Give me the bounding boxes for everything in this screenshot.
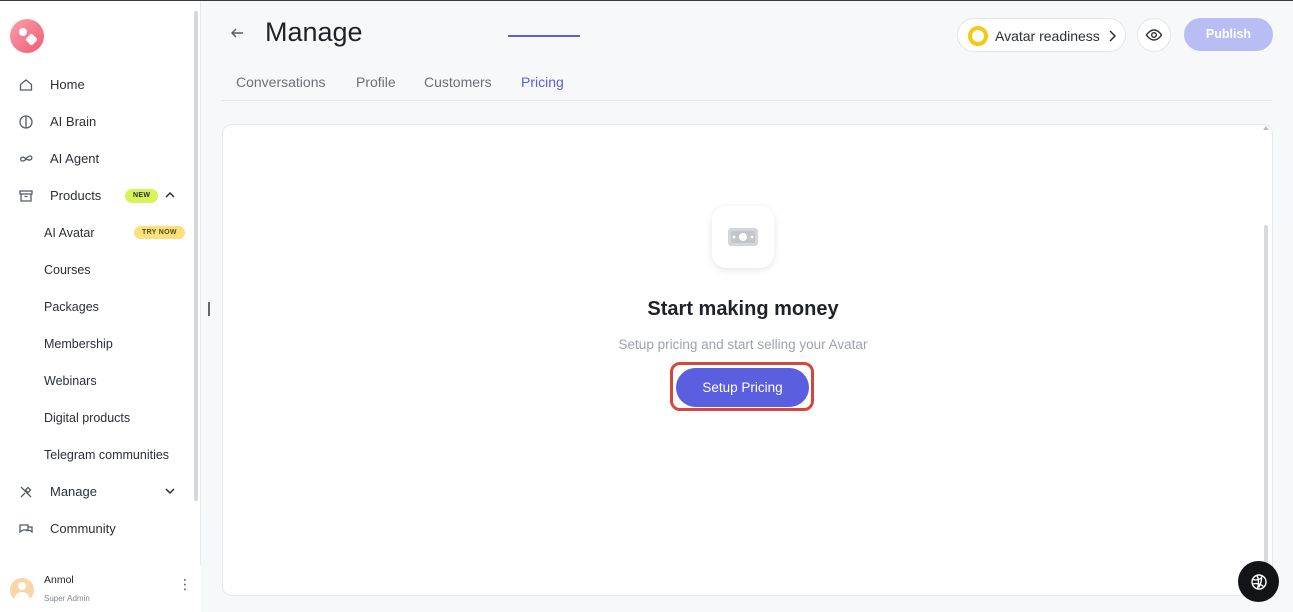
sidebar-item-manage[interactable]: Manage: [0, 473, 193, 510]
sidebar-item-ai-agent[interactable]: AI Agent: [0, 140, 193, 177]
sidebar-subitem-ai-avatar[interactable]: AI Avatar TRY NOW: [0, 214, 193, 251]
brain-icon: [18, 114, 34, 130]
user-role: Super Admin: [44, 594, 90, 603]
sidebar-item-label: AI Agent: [50, 151, 100, 166]
eye-icon: [1145, 26, 1163, 44]
sidebar-resize-handle[interactable]: [208, 302, 210, 316]
infinity-icon: [18, 151, 34, 167]
chevron-down-icon[interactable]: [164, 485, 176, 497]
new-badge: NEW: [125, 189, 159, 203]
chevron-up-icon[interactable]: [164, 189, 176, 201]
page-title: Manage: [265, 17, 363, 47]
support-globe-icon: [1250, 573, 1268, 591]
sidebar-subitem-membership[interactable]: Membership: [0, 325, 193, 362]
tab-profile[interactable]: Profile: [356, 74, 396, 90]
avatar-readiness-button[interactable]: Avatar readiness: [957, 18, 1126, 52]
sidebar-subitem-label: AI Avatar: [44, 225, 95, 240]
sidebar-subitem-courses[interactable]: Courses: [0, 251, 193, 288]
publish-button[interactable]: Publish: [1184, 18, 1273, 51]
sidebar-subitem-label: Webinars: [44, 373, 97, 388]
scrollbar-thumb[interactable]: [194, 11, 198, 501]
user-profile[interactable]: Anmol Super Admin ⋮: [0, 565, 201, 612]
sidebar-item-label: Products: [50, 188, 102, 203]
tab-customers[interactable]: Customers: [424, 74, 492, 90]
money-icon: [712, 206, 774, 268]
tab-bar: Conversations Profile Customers Pricing: [222, 65, 1272, 101]
sidebar-subitem-packages[interactable]: Packages: [0, 288, 193, 325]
avatar: [10, 578, 34, 602]
tab-pricing[interactable]: Pricing: [521, 74, 564, 90]
sidebar-subitem-label: Membership: [44, 336, 113, 351]
pricing-panel: [222, 124, 1273, 596]
home-icon: [18, 77, 34, 93]
sidebar-item-products[interactable]: Products NEW: [0, 177, 193, 214]
preview-button[interactable]: [1137, 18, 1171, 52]
more-options-icon[interactable]: ⋮: [178, 576, 192, 592]
scrollbar-thumb[interactable]: [1264, 225, 1268, 565]
sidebar-item-community[interactable]: Community: [0, 510, 193, 547]
box-icon: [18, 188, 34, 204]
sidebar-subitem-label: Digital products: [44, 410, 131, 425]
sidebar-item-ai-brain[interactable]: AI Brain: [0, 103, 193, 140]
sidebar-item-label: Home: [50, 77, 85, 92]
chat-icon: [18, 521, 34, 537]
back-arrow-icon[interactable]: [229, 25, 245, 41]
sidebar-item-label: AI Brain: [50, 114, 97, 129]
sidebar-item-label: Manage: [50, 484, 97, 499]
sidebar-subitem-label: Courses: [44, 262, 91, 277]
sidebar-item-label: Community: [50, 521, 116, 536]
chevron-right-icon: [1106, 29, 1118, 43]
sidebar-subitem-digital-products[interactable]: Digital products: [0, 399, 193, 436]
scroll-up-icon[interactable]: [1263, 126, 1269, 130]
try-now-badge: TRY NOW: [134, 226, 185, 239]
sidebar-subitem-telegram-communities[interactable]: Telegram communities: [0, 436, 193, 473]
sidebar-subitem-label: Packages: [44, 299, 99, 314]
empty-state-heading: Start making money: [647, 298, 839, 320]
tab-conversations[interactable]: Conversations: [236, 74, 326, 90]
help-fab-button[interactable]: [1238, 561, 1279, 602]
user-name: Anmol: [44, 574, 74, 586]
tools-icon: [18, 484, 34, 500]
readiness-label: Avatar readiness: [995, 28, 1100, 44]
readiness-progress-icon: [968, 26, 988, 46]
active-tab-indicator: [508, 35, 580, 37]
app-logo[interactable]: [10, 19, 44, 53]
sidebar-subitem-webinars[interactable]: Webinars: [0, 362, 193, 399]
sidebar-subitem-label: Telegram communities: [44, 447, 170, 462]
sidebar-scrollbar[interactable]: [193, 11, 199, 566]
setup-pricing-button[interactable]: Setup Pricing: [676, 368, 809, 407]
sidebar-nav: Home AI Brain AI Agent Products NEW AI A…: [0, 66, 193, 547]
sidebar-item-home[interactable]: Home: [0, 66, 193, 103]
panel-scrollbar[interactable]: [1262, 125, 1270, 595]
empty-state-subtext: Setup pricing and start selling your Ava…: [618, 337, 868, 352]
sidebar: Home AI Brain AI Agent Products NEW AI A…: [0, 1, 201, 612]
